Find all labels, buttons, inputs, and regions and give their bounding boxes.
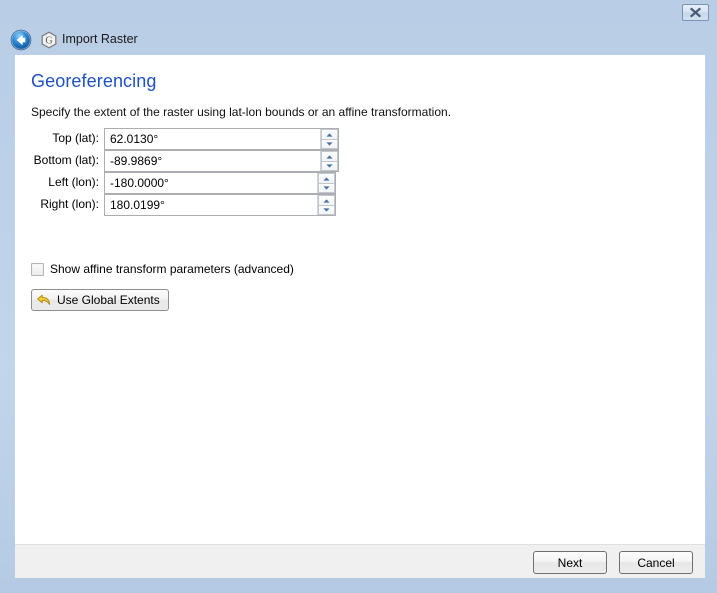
cancel-button[interactable]: Cancel [619, 551, 693, 574]
spinner-bottom-lat[interactable]: -89.9869° [104, 150, 339, 172]
title-bar: G Import Raster [0, 0, 717, 55]
spin-down-left-lon[interactable] [318, 183, 335, 193]
chevron-down-icon [323, 186, 330, 190]
chevron-down-icon [326, 142, 333, 146]
input-right-lon[interactable]: 180.0199° [105, 195, 317, 215]
label-top-lat: Top (lat): [52, 131, 99, 145]
spin-up-bottom-lat[interactable] [321, 151, 338, 161]
form-row-bottom-lat: Bottom (lat): -89.9869° [15, 150, 705, 172]
chevron-up-icon [323, 176, 330, 181]
chevron-down-icon [323, 208, 330, 212]
label-right-lon: Right (lon): [40, 197, 99, 211]
undo-arrow-icon [36, 292, 52, 308]
footer-bar: Next Cancel [15, 544, 705, 578]
chevron-up-icon [326, 132, 333, 137]
back-arrow-icon [10, 29, 32, 51]
spinner-top-lat[interactable]: 62.0130° [104, 128, 339, 150]
spinner-left-lon[interactable]: -180.0000° [104, 172, 336, 194]
spin-down-right-lon[interactable] [318, 205, 335, 215]
input-top-lat[interactable]: 62.0130° [105, 129, 320, 149]
form-row-right-lon: Right (lon): 180.0199° [15, 194, 705, 216]
spin-buttons-right-lon [317, 195, 335, 215]
spin-buttons-bottom-lat [320, 151, 338, 171]
spinner-right-lon[interactable]: 180.0199° [104, 194, 336, 216]
spin-up-left-lon[interactable] [318, 173, 335, 183]
georeferencing-form: Top (lat): 62.0130° Bottom (lat): -89.98… [15, 128, 705, 216]
chevron-up-icon [323, 198, 330, 203]
form-row-top-lat: Top (lat): 62.0130° [15, 128, 705, 150]
spin-down-bottom-lat[interactable] [321, 161, 338, 171]
hexagon-g-icon: G [41, 31, 57, 49]
page-description: Specify the extent of the raster using l… [31, 105, 452, 119]
footer-buttons: Next Cancel [533, 551, 693, 574]
chevron-up-icon [326, 154, 333, 159]
input-bottom-lat[interactable]: -89.9869° [105, 151, 320, 171]
content-panel: Georeferencing Specify the extent of the… [15, 55, 705, 544]
svg-text:G: G [45, 36, 52, 47]
spin-buttons-top-lat [320, 129, 338, 149]
input-left-lon[interactable]: -180.0000° [105, 173, 317, 193]
checkbox-show-affine[interactable]: Show affine transform parameters (advanc… [31, 262, 294, 276]
window-title: Import Raster [62, 32, 138, 46]
spin-buttons-left-lon [317, 173, 335, 193]
close-button[interactable] [682, 4, 709, 21]
back-button[interactable] [10, 29, 32, 51]
window-frame: G Import Raster Georeferencing Specify t… [0, 0, 717, 593]
checkbox-show-affine-label: Show affine transform parameters (advanc… [50, 262, 294, 276]
spin-up-right-lon[interactable] [318, 195, 335, 205]
checkbox-box-icon[interactable] [31, 262, 44, 276]
spin-down-top-lat[interactable] [321, 139, 338, 149]
app-logo: G [40, 31, 58, 49]
close-icon [689, 7, 702, 18]
page-title: Georeferencing [31, 71, 157, 91]
use-global-extents-label: Use Global Extents [57, 293, 160, 307]
label-bottom-lat: Bottom (lat): [33, 153, 99, 167]
chevron-down-icon [326, 164, 333, 168]
form-row-left-lon: Left (lon): -180.0000° [15, 172, 705, 194]
spin-up-top-lat[interactable] [321, 129, 338, 139]
label-left-lon: Left (lon): [48, 175, 99, 189]
next-button[interactable]: Next [533, 551, 607, 574]
use-global-extents-button[interactable]: Use Global Extents [31, 289, 169, 311]
